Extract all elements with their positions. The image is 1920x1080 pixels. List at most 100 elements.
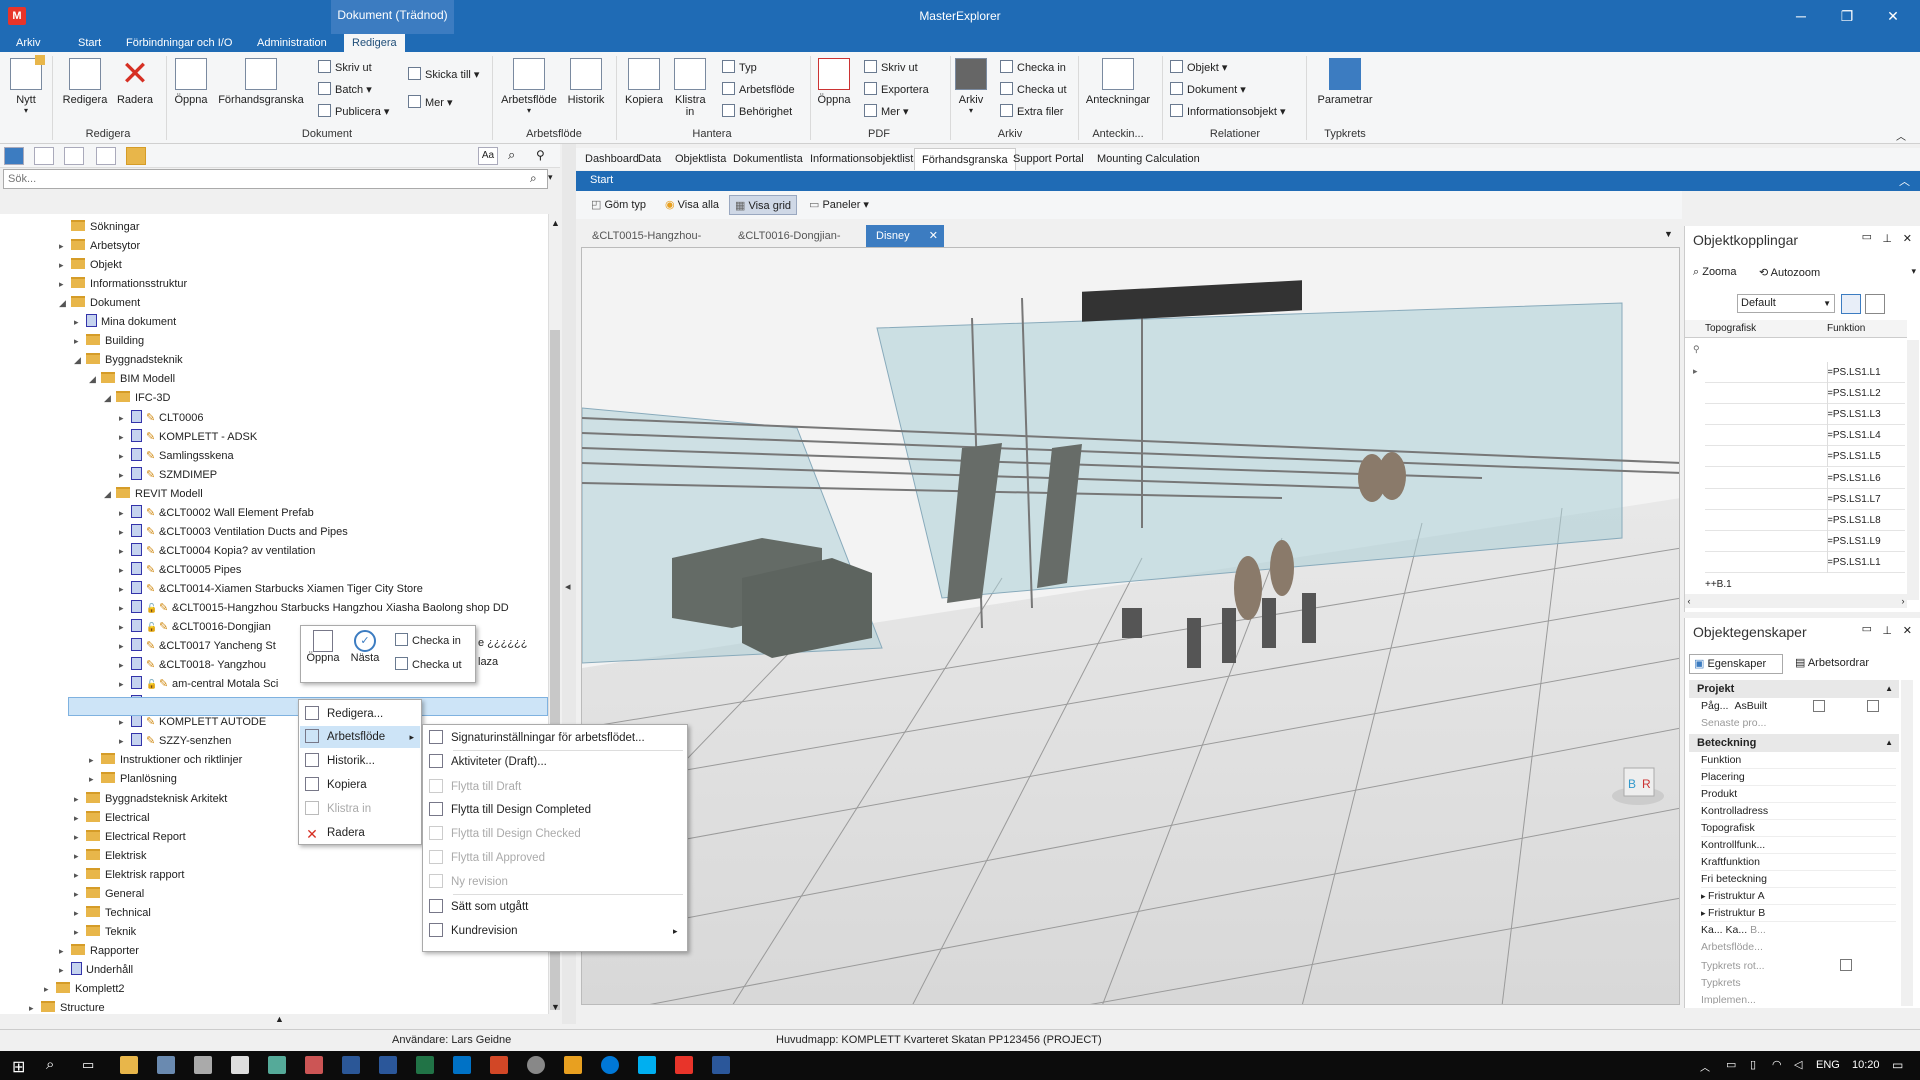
clipboard-icon[interactable] [96, 147, 116, 165]
tree-node[interactable]: ▸ Elektrisk [74, 847, 147, 866]
search-icon[interactable]: ⌕ [530, 171, 537, 186]
tab-administration[interactable]: Administration [249, 34, 335, 52]
tab-properties[interactable]: ▣ Egenskaper [1689, 654, 1783, 674]
type-button[interactable]: Typ [722, 59, 757, 77]
expand-arrow-icon[interactable]: ▸ [89, 770, 101, 789]
menu-paste[interactable]: Klistra in [305, 798, 371, 820]
tree-node[interactable]: ▸ 🔓 ✎ am-central Motala Sci [119, 675, 278, 694]
property-row[interactable]: Produkt [1701, 786, 1896, 803]
property-row[interactable]: ▸ Fristruktur A [1701, 888, 1896, 905]
maximize-panel-icon[interactable]: ▭ [1862, 622, 1872, 635]
nav-tab-mounting-calculation[interactable]: Mounting Calculation [1090, 148, 1207, 170]
new-button[interactable]: Nytt ▾ [8, 55, 45, 115]
expand-arrow-icon[interactable]: ▸ [59, 237, 71, 256]
menu-copy[interactable]: Kopiera [305, 774, 367, 796]
collapse-tree-icon[interactable]: ▲ [275, 1014, 284, 1024]
collapse-section-icon[interactable]: ▲ [1885, 680, 1893, 698]
collapse-start-icon[interactable]: ︿ [1899, 173, 1910, 189]
notes-app-icon[interactable] [268, 1056, 286, 1074]
task-view-icon[interactable]: ▭ [82, 1057, 94, 1073]
search-input[interactable] [3, 169, 548, 189]
tree-node[interactable]: ▸ ✎ KOMPLETT - ADSK [119, 428, 257, 447]
tree-node[interactable]: ◢ REVIT Modell [104, 485, 203, 504]
expand-arrow-icon[interactable]: ▸ [74, 923, 86, 942]
doc-tab-clt0016[interactable]: &CLT0016-Dongjian- [728, 225, 851, 247]
links-row[interactable]: =PS.LS1.L9 [1705, 530, 1905, 552]
check-in-button[interactable]: Checka in [1000, 59, 1066, 77]
tree-node[interactable]: ▸ ✎ CLT0006 [119, 409, 203, 428]
properties-scrollbar[interactable] [1901, 680, 1913, 1006]
expand-arrow-icon[interactable]: ▸ [74, 828, 86, 847]
extra-files-button[interactable]: Extra filer [1000, 103, 1063, 121]
collapse-ribbon-icon[interactable]: ︿ [1896, 128, 1906, 143]
app-icon-6[interactable] [305, 1056, 323, 1074]
expand-arrow-icon[interactable]: ▸ [74, 866, 86, 885]
check-out-button[interactable]: Checka ut [1000, 81, 1067, 99]
expand-arrow-icon[interactable]: ▸ [74, 885, 86, 904]
nav-tab-informationsobjektlista[interactable]: Informationsobjektlista [803, 148, 926, 170]
expand-arrow-icon[interactable]: ▸ [119, 447, 131, 466]
expand-arrow-icon[interactable]: ▸ [1701, 891, 1708, 901]
submenu-item[interactable]: Kundrevision ▸ [429, 920, 678, 942]
tree-node[interactable]: ◢ Dokument [59, 294, 140, 313]
powerpoint-icon[interactable] [490, 1056, 508, 1074]
pdf-open-button[interactable]: Öppna [814, 56, 854, 106]
expand-arrow-icon[interactable]: ▸ [119, 675, 131, 694]
tree-node[interactable]: ▸ Technical [74, 904, 151, 923]
expand-arrow-icon[interactable]: ▸ [119, 713, 131, 732]
tree-node[interactable]: ▸ Instruktioner och riktlinjer [89, 751, 242, 770]
app-icon-13[interactable] [564, 1056, 582, 1074]
submenu-item[interactable]: Ny revision [429, 871, 508, 893]
doc-tab-disney[interactable]: Disney ✕ [866, 225, 944, 247]
quick-next-button[interactable]: ✓ Nästa [347, 630, 383, 664]
tree-node[interactable]: ▸ ✎ &CLT0017 Yancheng St [119, 637, 276, 656]
tree-node[interactable]: ◢ IFC-3D [104, 389, 170, 408]
nav-tab-data[interactable]: Data [631, 148, 668, 170]
skype-icon[interactable] [638, 1056, 656, 1074]
property-row[interactable]: Fri beteckning [1701, 871, 1896, 888]
property-row[interactable]: Funktion [1701, 752, 1896, 769]
tree-node[interactable]: ▸ ✎ &CLT0014-Xiamen Starbucks Xiamen Tiger… [119, 580, 423, 599]
tree-node[interactable]: ▸ ✎ &CLT0002 Wall Element Prefab [119, 504, 314, 523]
tree-node[interactable]: ▸ Electrical Report [74, 828, 186, 847]
expand-arrow-icon[interactable]: ▸ [119, 466, 131, 485]
tree-node[interactable]: ▸ 🔓 ✎ &CLT0016-Dongjian [119, 618, 271, 637]
tree-node[interactable]: ▸ Komplett2 [44, 980, 125, 999]
nav-tab-portal[interactable]: Portal [1048, 148, 1091, 170]
outlook-icon[interactable] [342, 1056, 360, 1074]
network-icon[interactable]: ▭ [1726, 1058, 1736, 1071]
expand-arrow-icon[interactable]: ▸ [119, 580, 131, 599]
word-icon[interactable] [379, 1056, 397, 1074]
show-all-button[interactable]: ◉ Visa alla [660, 195, 724, 215]
links-footer-row[interactable]: ++B.1 [1705, 574, 1825, 595]
open-button[interactable]: Öppna [172, 56, 210, 106]
menu-delete[interactable]: ✕ Radera [305, 822, 365, 844]
expand-arrow-icon[interactable]: ◢ [104, 389, 116, 408]
volume-icon[interactable]: ◁ [1794, 1058, 1802, 1071]
clock[interactable]: 10:20 [1852, 1059, 1880, 1071]
tree-node[interactable]: ▸ Planlösning [89, 770, 177, 789]
expand-arrow-icon[interactable]: ▸ [29, 999, 41, 1014]
submenu-item[interactable]: Flytta till Design Checked [429, 823, 581, 845]
quick-check-out-button[interactable]: Checka ut [395, 656, 462, 674]
masterexplorer-taskbar-icon[interactable] [675, 1056, 693, 1074]
tree-node[interactable]: ▸ ✎ &CLT0004 Kopia? av ventilation [119, 542, 315, 561]
publish-button[interactable]: Publicera ▾ [318, 103, 389, 121]
folder-icon[interactable] [126, 147, 146, 165]
file-explorer-icon[interactable] [120, 1056, 138, 1074]
links-row[interactable]: =PS.LS1.L6 [1705, 467, 1905, 489]
comments-icon[interactable] [64, 147, 84, 165]
print-button[interactable]: Skriv ut [318, 59, 372, 77]
expand-arrow-icon[interactable]: ▸ [74, 313, 86, 332]
outlook-mail-icon[interactable] [453, 1056, 471, 1074]
links-row[interactable]: =PS.LS1.L3 [1705, 404, 1905, 426]
tree-node[interactable]: ▸ ✎ SZZY-senzhen [119, 732, 231, 751]
property-row[interactable]: ▸ Fristruktur B [1701, 905, 1896, 922]
show-grid-button[interactable]: ▦ Visa grid [729, 195, 798, 215]
expand-arrow-icon[interactable]: ▸ [119, 637, 131, 656]
document-view-icon[interactable] [34, 147, 54, 165]
expand-arrow-icon[interactable]: ▸ [74, 790, 86, 809]
panel-close-icon[interactable]: ✕ [1903, 624, 1912, 637]
tree-node[interactable]: ▸ General [74, 885, 144, 904]
quick-check-in-button[interactable]: Checka in [395, 632, 461, 650]
